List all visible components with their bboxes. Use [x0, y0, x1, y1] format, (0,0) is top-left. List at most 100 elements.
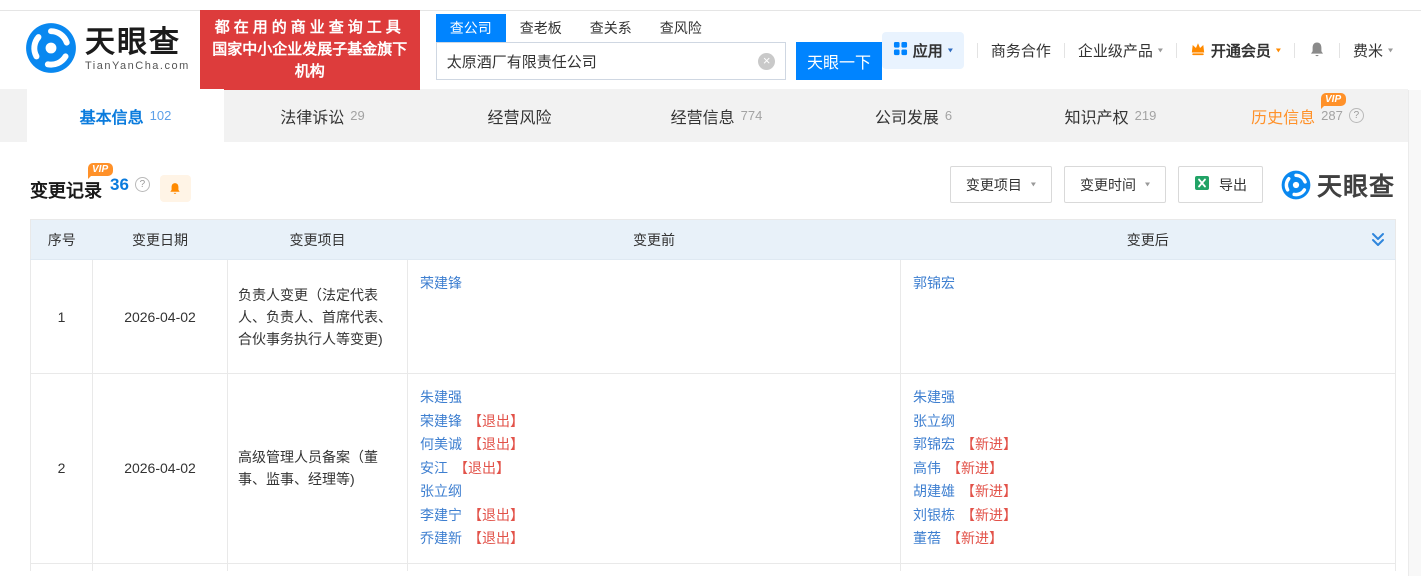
search-button[interactable]: 天眼一下 [796, 42, 882, 80]
username-label: 费米 [1353, 40, 1383, 61]
nav-tab-count: 29 [350, 108, 364, 123]
search-tab-0[interactable]: 查公司 [436, 14, 506, 42]
col-header-no: 序号 [31, 220, 93, 260]
nav-tab-2[interactable]: 经营风险 [421, 89, 618, 142]
filter-project-label: 变更项目 [966, 175, 1022, 195]
person-link[interactable]: 乔建新 [420, 530, 462, 546]
person-link[interactable]: 高伟 [913, 460, 941, 476]
menu-enterprise[interactable]: 企业级产品 ▾ [1078, 40, 1163, 61]
person-link[interactable]: 张立纲 [420, 483, 462, 499]
col-header-before: 变更前 [408, 220, 901, 260]
slogan-line1: 都在用的商业查询工具 [209, 17, 411, 39]
cell-project: 高级管理人员备案（董事、监事、经理等) [228, 374, 408, 564]
nav-tab-count: 102 [150, 108, 172, 123]
search-area: 查公司查老板查关系查风险 × 天眼一下 [436, 14, 882, 80]
section-title: 变更记录 [30, 181, 102, 201]
menu-cooperation[interactable]: 商务合作 [991, 40, 1051, 61]
nav-tab-label: 基本信息 [80, 104, 144, 128]
expand-all-chevron-icon[interactable] [1370, 231, 1386, 248]
person-link[interactable]: 安江 [420, 460, 448, 476]
person-link[interactable]: 董蓓 [913, 530, 941, 546]
tianyancha-logo[interactable]: 天眼查 TianYanCha.com [25, 22, 190, 79]
nav-tab-label: 公司发展 [875, 104, 939, 128]
person-line: 荣建锋【退出】 [420, 410, 888, 434]
person-link[interactable]: 荣建锋 [420, 275, 462, 291]
col-header-date: 变更日期 [93, 220, 228, 260]
nav-tab-5[interactable]: 知识产权219 [1012, 89, 1209, 142]
user-menu[interactable]: 费米 ▾ [1353, 40, 1393, 61]
person-link[interactable]: 李建宁 [420, 507, 462, 523]
vertical-scrollbar[interactable] [1408, 90, 1421, 576]
nav-tab-label: 经营信息 [671, 104, 735, 128]
nav-tab-6[interactable]: 历史信息287VIP? [1209, 89, 1406, 142]
help-icon[interactable]: ? [135, 177, 150, 192]
person-link[interactable]: 朱建强 [420, 389, 462, 405]
menu-apps[interactable]: 应用 ▾ [882, 32, 964, 69]
export-button[interactable]: 导出 [1178, 166, 1263, 203]
person-line: 董蓓【新进】 [913, 527, 1383, 551]
change-record-section-head: VIP 变更记录 36 ? 变更项目 ▾ 变更时间 ▾ 导出 [30, 166, 1395, 203]
menu-divider [1176, 43, 1177, 58]
person-status-tag: 【新进】 [961, 436, 1017, 452]
menu-divider [1064, 43, 1065, 58]
brand-name: 天眼查 [85, 28, 190, 58]
header-menu: 应用 ▾ 商务合作 企业级产品 ▾ 开通会员 ▾ [882, 32, 1393, 69]
search-tab-2[interactable]: 查关系 [576, 14, 646, 42]
person-link[interactable]: 朱建强 [913, 389, 955, 405]
person-line: 乔建新【退出】 [420, 527, 888, 551]
site-header: 天眼查 TianYanCha.com 都在用的商业查询工具 国家中小企业发展子基… [0, 11, 1421, 89]
person-status-tag: 【退出】 [454, 460, 510, 476]
cell-empty [228, 563, 408, 571]
cell-after: 郭锦宏 [901, 260, 1396, 374]
nav-tab-label: 经营风险 [487, 104, 551, 128]
vip-badge: VIP [88, 163, 113, 176]
cell-empty [31, 563, 93, 571]
person-link[interactable]: 胡建雄 [913, 483, 955, 499]
table-row-partial [31, 563, 1396, 571]
menu-membership[interactable]: 开通会员 ▾ [1190, 40, 1281, 61]
person-line: 安江【退出】 [420, 457, 888, 481]
nav-tab-count: 287 [1321, 108, 1343, 123]
search-tabs: 查公司查老板查关系查风险 [436, 14, 882, 42]
person-link[interactable]: 何美诚 [420, 436, 462, 452]
table-header-row: 序号 变更日期 变更项目 变更前 变更后 [31, 220, 1396, 260]
cell-date: 2026-04-02 [93, 374, 228, 564]
search-input[interactable] [447, 53, 758, 70]
nav-tab-3[interactable]: 经营信息774 [618, 89, 815, 142]
person-link[interactable]: 郭锦宏 [913, 275, 955, 291]
nav-tab-1[interactable]: 法律诉讼29 [224, 89, 421, 142]
search-tab-1[interactable]: 查老板 [506, 14, 576, 42]
person-status-tag: 【新进】 [947, 530, 1003, 546]
person-line: 郭锦宏 [913, 272, 1383, 296]
nav-tab-label: 历史信息 [1251, 104, 1315, 128]
chevron-down-icon: ▾ [1031, 180, 1036, 189]
filter-change-time-button[interactable]: 变更时间 ▾ [1064, 166, 1166, 203]
change-record-table: 序号 变更日期 变更项目 变更前 变更后 12026-04-02负责人变更（法定… [30, 219, 1396, 571]
filter-change-project-button[interactable]: 变更项目 ▾ [950, 166, 1052, 203]
col-header-after-label: 变更后 [1127, 232, 1169, 248]
person-status-tag: 【新进】 [947, 460, 1003, 476]
apps-grid-icon [893, 41, 908, 60]
tianyancha-swirl-icon [1281, 170, 1311, 200]
export-label: 导出 [1219, 175, 1247, 195]
subscribe-bell-button[interactable] [160, 175, 191, 202]
chevron-down-icon: ▾ [1145, 180, 1150, 189]
search-clear-icon[interactable]: × [758, 53, 775, 70]
section-title-wrap: VIP 变更记录 [30, 167, 102, 203]
tianyancha-watermark: 天眼查 [1281, 167, 1395, 203]
person-line: 李建宁【退出】 [420, 504, 888, 528]
menu-enterprise-label: 企业级产品 [1078, 40, 1153, 61]
notifications-bell[interactable] [1308, 41, 1326, 59]
cell-date: 2026-04-02 [93, 260, 228, 374]
nav-tab-4[interactable]: 公司发展6 [815, 89, 1012, 142]
nav-tab-0[interactable]: 基本信息 102 [27, 89, 224, 142]
help-icon[interactable]: ? [1349, 108, 1364, 123]
person-link[interactable]: 郭锦宏 [913, 436, 955, 452]
person-line: 张立纲 [420, 480, 888, 504]
chevron-down-icon: ▾ [1276, 46, 1281, 55]
person-link[interactable]: 刘银栋 [913, 507, 955, 523]
person-link[interactable]: 荣建锋 [420, 413, 462, 429]
person-status-tag: 【退出】 [468, 413, 524, 429]
search-tab-3[interactable]: 查风险 [646, 14, 716, 42]
person-link[interactable]: 张立纲 [913, 413, 955, 429]
